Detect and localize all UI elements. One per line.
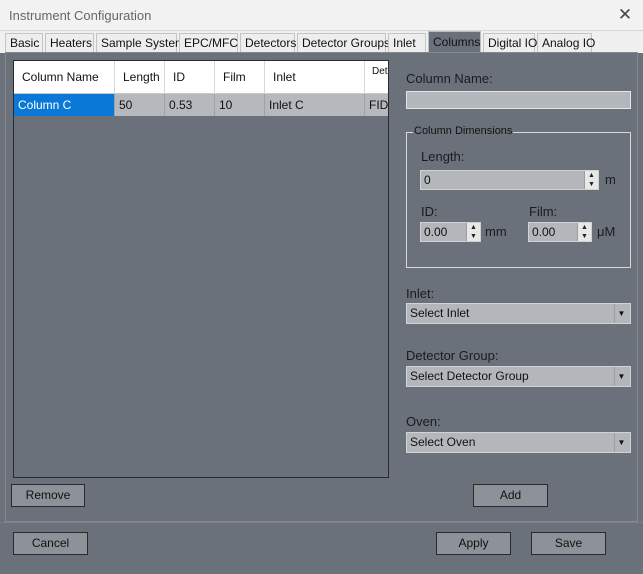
cell-column-name[interactable]: Column C <box>14 94 115 116</box>
arrow-up-icon[interactable]: ▲ <box>585 171 598 180</box>
tab-analog-io[interactable]: Analog IO <box>537 33 595 53</box>
chevron-down-icon[interactable]: ▼ <box>614 367 628 386</box>
header-id[interactable]: ID <box>165 61 215 94</box>
cell-film[interactable]: 10 <box>215 94 265 116</box>
detector-group-selected-value: Select Detector Group <box>410 369 529 383</box>
arrow-down-icon[interactable]: ▼ <box>578 232 591 241</box>
columns-grid[interactable]: Column Name Length ID Film Inlet Det Gro… <box>13 60 389 478</box>
grid-header: Column Name Length ID Film Inlet Det Gro <box>14 61 388 94</box>
oven-label: Oven: <box>406 414 441 429</box>
tab-columns[interactable]: Columns <box>428 31 481 53</box>
inlet-label: Inlet: <box>406 286 435 301</box>
tab-epc-mfc[interactable]: EPC/MFC <box>179 33 238 53</box>
inlet-select[interactable]: Select Inlet ▼ <box>406 303 631 324</box>
header-inlet[interactable]: Inlet <box>265 61 365 94</box>
id-label: ID: <box>421 204 438 219</box>
oven-selected-value: Select Oven <box>410 435 476 449</box>
arrow-up-icon[interactable]: ▲ <box>578 223 591 232</box>
id-value: 0.00 <box>424 225 448 239</box>
header-length[interactable]: Length <box>115 61 165 94</box>
header-film[interactable]: Film <box>215 61 265 94</box>
tab-inlet[interactable]: Inlet <box>388 33 426 53</box>
close-icon[interactable]: ✕ <box>615 5 635 25</box>
inlet-selected-value: Select Inlet <box>410 306 470 320</box>
length-label: Length: <box>421 149 465 164</box>
header-column-name[interactable]: Column Name <box>14 61 115 94</box>
tab-digital-io[interactable]: Digital IO <box>483 33 537 53</box>
id-stepper-arrows[interactable]: ▲ ▼ <box>466 223 480 241</box>
length-value: 0 <box>424 173 431 187</box>
length-stepper-arrows[interactable]: ▲ ▼ <box>584 171 598 189</box>
column-name-label: Column Name: <box>406 71 493 86</box>
film-label: Film: <box>529 204 558 219</box>
column-dimensions-legend: Column Dimensions <box>413 125 514 137</box>
title-bar: Instrument Configuration ✕ <box>0 0 643 31</box>
length-unit: m <box>605 172 616 187</box>
tab-heaters[interactable]: Heaters <box>45 33 94 53</box>
tab-sample-system[interactable]: Sample System <box>96 33 185 53</box>
chevron-down-icon[interactable]: ▼ <box>614 304 628 323</box>
film-stepper[interactable]: 0.00 ▲ ▼ <box>528 222 592 242</box>
film-unit: μM <box>597 224 616 239</box>
add-button[interactable]: Add <box>473 484 548 507</box>
film-stepper-arrows[interactable]: ▲ ▼ <box>577 223 591 241</box>
arrow-up-icon[interactable]: ▲ <box>467 223 480 232</box>
cancel-button[interactable]: Cancel <box>13 532 88 555</box>
header-detector-group[interactable]: Det Gro <box>365 61 388 94</box>
oven-select[interactable]: Select Oven ▼ <box>406 432 631 453</box>
apply-button[interactable]: Apply <box>436 532 511 555</box>
cell-detector[interactable]: FID <box>365 94 388 116</box>
cell-id[interactable]: 0.53 <box>165 94 215 116</box>
chevron-down-icon[interactable]: ▼ <box>614 433 628 452</box>
detector-group-label: Detector Group: <box>406 348 499 363</box>
detector-group-select[interactable]: Select Detector Group ▼ <box>406 366 631 387</box>
tab-detector-groups[interactable]: Detector Groups <box>297 33 390 53</box>
save-button[interactable]: Save <box>531 532 606 555</box>
id-unit: mm <box>485 224 507 239</box>
cell-length[interactable]: 50 <box>115 94 165 116</box>
remove-button[interactable]: Remove <box>11 484 85 507</box>
arrow-down-icon[interactable]: ▼ <box>585 180 598 189</box>
column-name-input[interactable] <box>406 91 631 109</box>
table-row[interactable]: Column C 50 0.53 10 Inlet C FID <box>14 94 388 116</box>
cell-inlet[interactable]: Inlet C <box>265 94 365 116</box>
id-stepper[interactable]: 0.00 ▲ ▼ <box>420 222 481 242</box>
arrow-down-icon[interactable]: ▼ <box>467 232 480 241</box>
tab-basic[interactable]: Basic <box>5 33 43 53</box>
tab-detectors[interactable]: Detectors <box>240 33 296 53</box>
film-value: 0.00 <box>532 225 556 239</box>
window-title: Instrument Configuration <box>9 8 152 23</box>
length-stepper[interactable]: 0 ▲ ▼ <box>420 170 599 190</box>
tab-strip: Basic Heaters Sample System EPC/MFC Dete… <box>0 31 643 53</box>
